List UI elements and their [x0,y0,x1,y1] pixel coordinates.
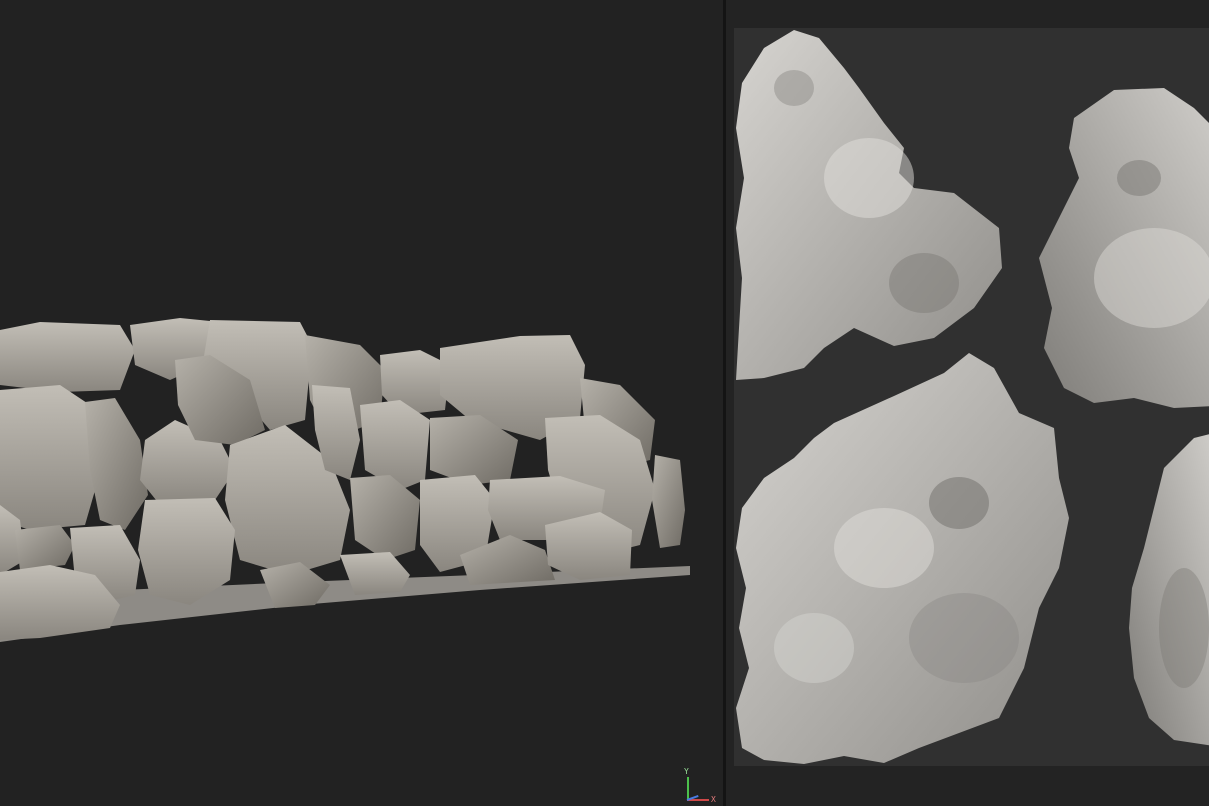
uv-detail [889,253,959,313]
rock [85,398,148,530]
uv-detail [774,613,854,683]
axis-x-label: X [711,795,716,804]
uv-detail [909,593,1019,683]
uv-islands [736,30,1209,764]
axis-gizmo: Y X [680,766,720,806]
uv-detail [1159,568,1209,688]
uv-detail [929,477,989,529]
uv-detail [1117,160,1161,196]
uv-detail [834,508,934,588]
viewport-uv[interactable] [726,0,1209,806]
rock [652,455,685,548]
uv-canvas[interactable] [734,28,1209,766]
viewport-3d[interactable]: Y X [0,0,723,806]
rock-wall-mesh [0,318,690,642]
rock [0,385,98,530]
axis-y-label: Y [684,767,689,776]
rock [350,475,420,560]
uv-detail [774,70,814,106]
uv-detail [824,138,914,218]
rock [0,322,135,392]
rock [15,525,75,570]
uv-detail [1094,228,1209,328]
